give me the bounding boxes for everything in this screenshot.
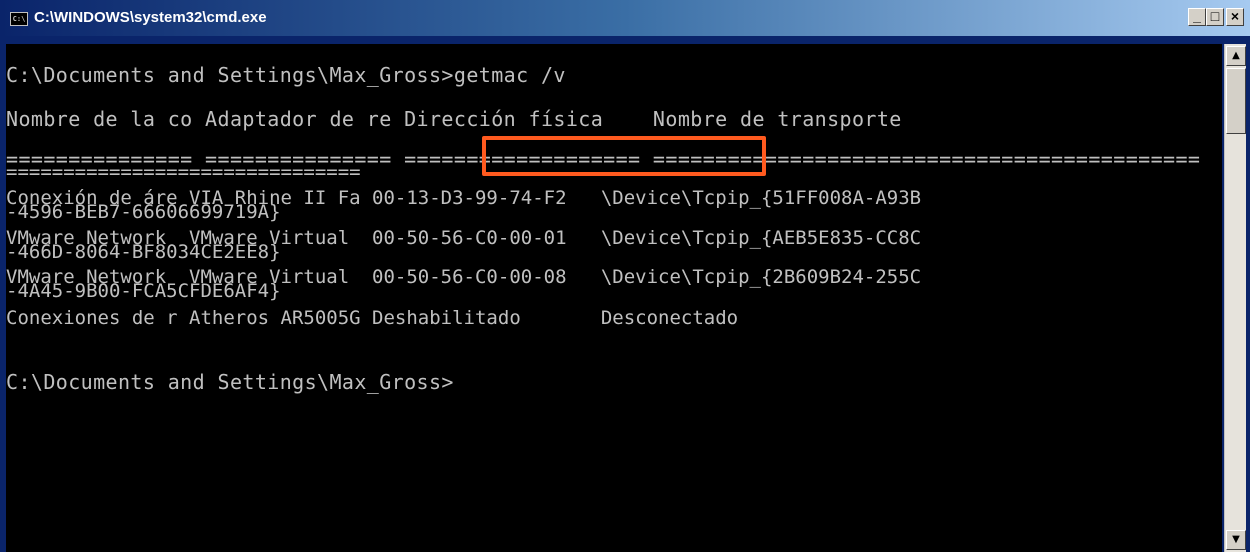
console-line-header: Nombre de la co Adaptador de re Direcció… xyxy=(6,107,902,131)
console-line-adapter-2-cont: -466D-8064-BF8034CE2EE8} xyxy=(6,241,281,263)
console-line-prompt: C:\Documents and Settings\Max_Gross> xyxy=(6,370,454,394)
window-controls: _ □ × xyxy=(1188,8,1244,26)
close-button[interactable]: × xyxy=(1226,8,1244,26)
console-line-adapter-3-cont: -4A45-9B00-FCA5CFDE6AF4} xyxy=(6,280,281,302)
console-output[interactable]: C:\Documents and Settings\Max_Gross>getm… xyxy=(6,44,1222,552)
cmd-window: C:\ C:\WINDOWS\system32\cmd.exe _ □ × C:… xyxy=(0,0,1250,552)
scroll-up-arrow-icon[interactable]: ▲ xyxy=(1226,46,1246,66)
console-line-separator-cont: =============================== xyxy=(6,161,361,183)
maximize-button[interactable]: □ xyxy=(1206,8,1224,26)
scroll-down-arrow-icon[interactable]: ▼ xyxy=(1226,530,1246,550)
mac-address-highlight xyxy=(482,136,766,176)
minimize-button[interactable]: _ xyxy=(1188,8,1206,26)
cmd-icon[interactable]: C:\ xyxy=(10,12,28,26)
scroll-thumb[interactable] xyxy=(1226,68,1246,134)
window-title: C:\WINDOWS\system32\cmd.exe xyxy=(34,9,267,26)
console-line-prompt-command: C:\Documents and Settings\Max_Gross>getm… xyxy=(6,63,566,87)
console-line-adapter-4: Conexiones de r Atheros AR5005G Deshabil… xyxy=(6,307,739,329)
title-bar[interactable]: C:\ C:\WINDOWS\system32\cmd.exe _ □ × xyxy=(0,0,1250,36)
vertical-scrollbar[interactable]: ▲ ▼ xyxy=(1224,44,1246,552)
console-line-adapter-1-cont: -4596-BEB7-66606699719A} xyxy=(6,201,281,223)
